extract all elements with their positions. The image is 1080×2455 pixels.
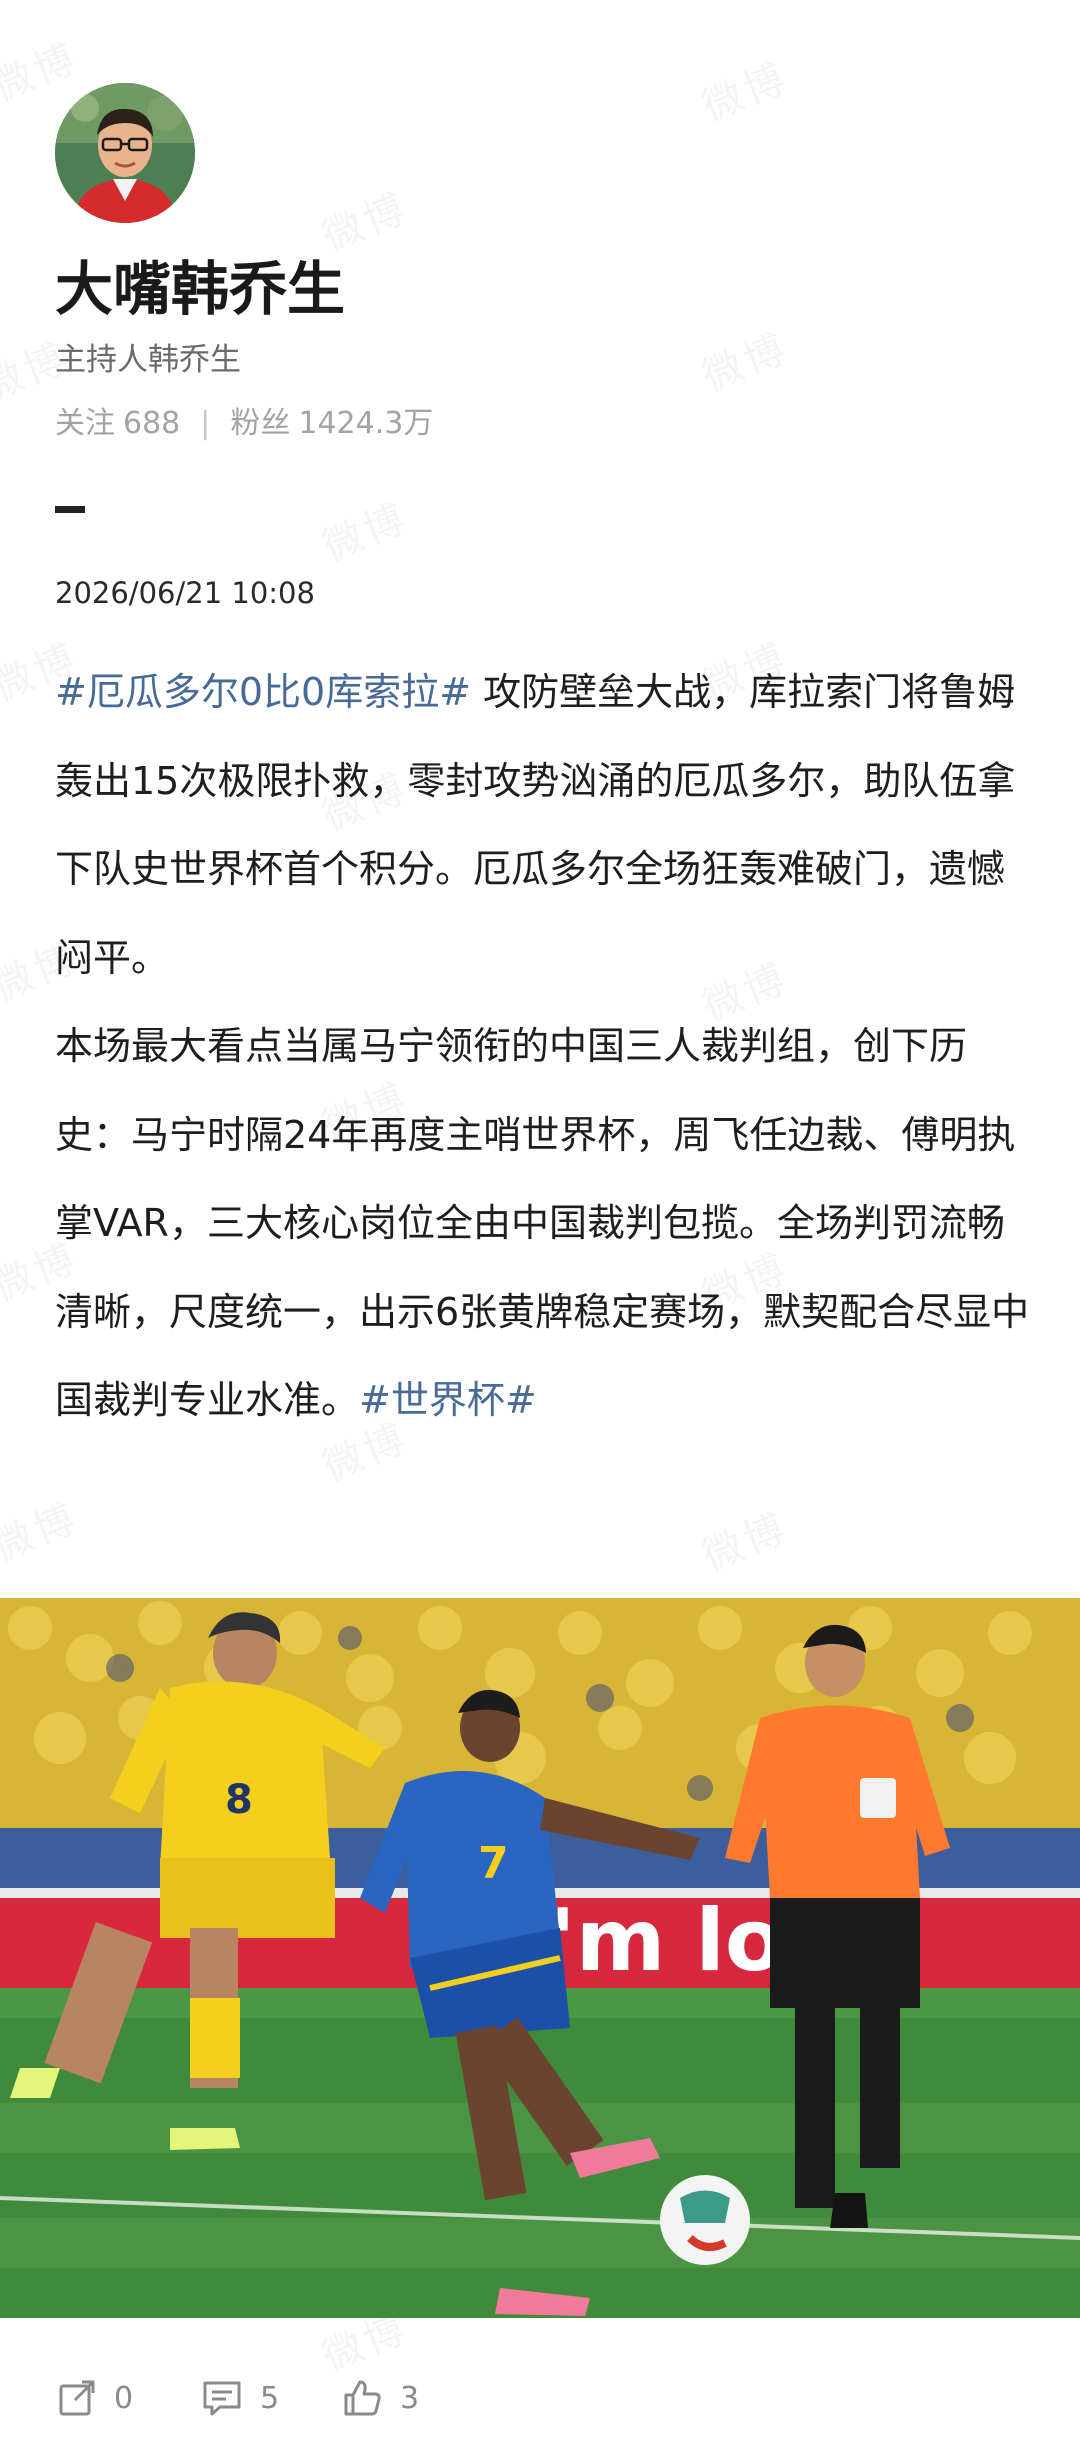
player-blue-number: 7 xyxy=(478,1838,509,1889)
post-paragraph-2: 本场最大看点当属马宁领衔的中国三人裁判组，创下历史：马宁时隔24年再度主哨世界杯… xyxy=(55,1002,1030,1445)
player-yellow-number: 8 xyxy=(225,1777,253,1823)
watermark-text: 微博 xyxy=(692,1496,795,1583)
hashtag-link[interactable]: #世界杯# xyxy=(359,1378,537,1422)
followers-count: 1424.3万 xyxy=(298,406,434,441)
post-text: 攻防壁垒大战，库拉索门将鲁姆轰出15次极限扑救，零封攻势汹涌的厄瓜多尔，助队伍拿… xyxy=(55,670,1016,980)
hashtag-link[interactable]: #厄瓜多尔0比0库索拉# xyxy=(55,670,471,714)
repost-icon xyxy=(59,2380,95,2416)
post-paragraph-1: #厄瓜多尔0比0库索拉# 攻防壁垒大战，库拉索门将鲁姆轰出15次极限扑救，零封攻… xyxy=(55,648,1030,1002)
comment-button[interactable]: 5 xyxy=(202,2368,279,2428)
thumbs-up-icon xyxy=(344,2380,381,2416)
avatar-photo-icon xyxy=(55,83,195,223)
post-actions-bar: 0 5 3 xyxy=(0,2368,1080,2428)
profile-stats: 关注 688 | 粉丝 1424.3万 xyxy=(55,402,433,446)
comment-icon xyxy=(203,2381,241,2416)
profile-bio: 主持人韩乔生 xyxy=(55,342,241,378)
soccer-ball-icon xyxy=(660,2175,750,2265)
watermark-text: 微博 xyxy=(692,316,795,403)
profile-name[interactable]: 大嘴韩乔生 xyxy=(55,252,345,326)
like-button[interactable]: 3 xyxy=(342,2368,419,2428)
followers-stat[interactable]: 粉丝 1424.3万 xyxy=(230,406,433,441)
watermark-text: 微博 xyxy=(312,486,415,573)
comment-count: 5 xyxy=(260,2380,280,2416)
watermark-text: 微博 xyxy=(0,1486,86,1573)
repost-count: 0 xyxy=(114,2380,134,2416)
watermark-text: 微博 xyxy=(0,26,86,113)
post-body: #厄瓜多尔0比0库索拉# 攻防壁垒大战，库拉索门将鲁姆轰出15次极限扑救，零封攻… xyxy=(55,648,1030,1445)
followers-label: 粉丝 xyxy=(230,406,291,441)
stats-divider: | xyxy=(200,406,211,441)
watermark-text: 微博 xyxy=(312,176,415,263)
avatar[interactable] xyxy=(55,83,195,223)
like-count: 3 xyxy=(400,2380,420,2416)
repost-button[interactable]: 0 xyxy=(58,2368,133,2428)
match-photo[interactable]: i'm lov 8 7 xyxy=(0,1598,1080,2318)
following-label: 关注 xyxy=(55,406,115,441)
following-count: 688 xyxy=(123,406,181,441)
section-divider xyxy=(55,506,85,513)
post-timestamp: 2026/06/21 10:08 xyxy=(55,576,315,610)
post-text: 本场最大看点当属马宁领衔的中国三人裁判组，创下历史：马宁时隔24年再度主哨世界杯… xyxy=(55,1024,1030,1422)
watermark-text: 微博 xyxy=(692,46,795,133)
following-stat[interactable]: 关注 688 xyxy=(55,406,180,441)
